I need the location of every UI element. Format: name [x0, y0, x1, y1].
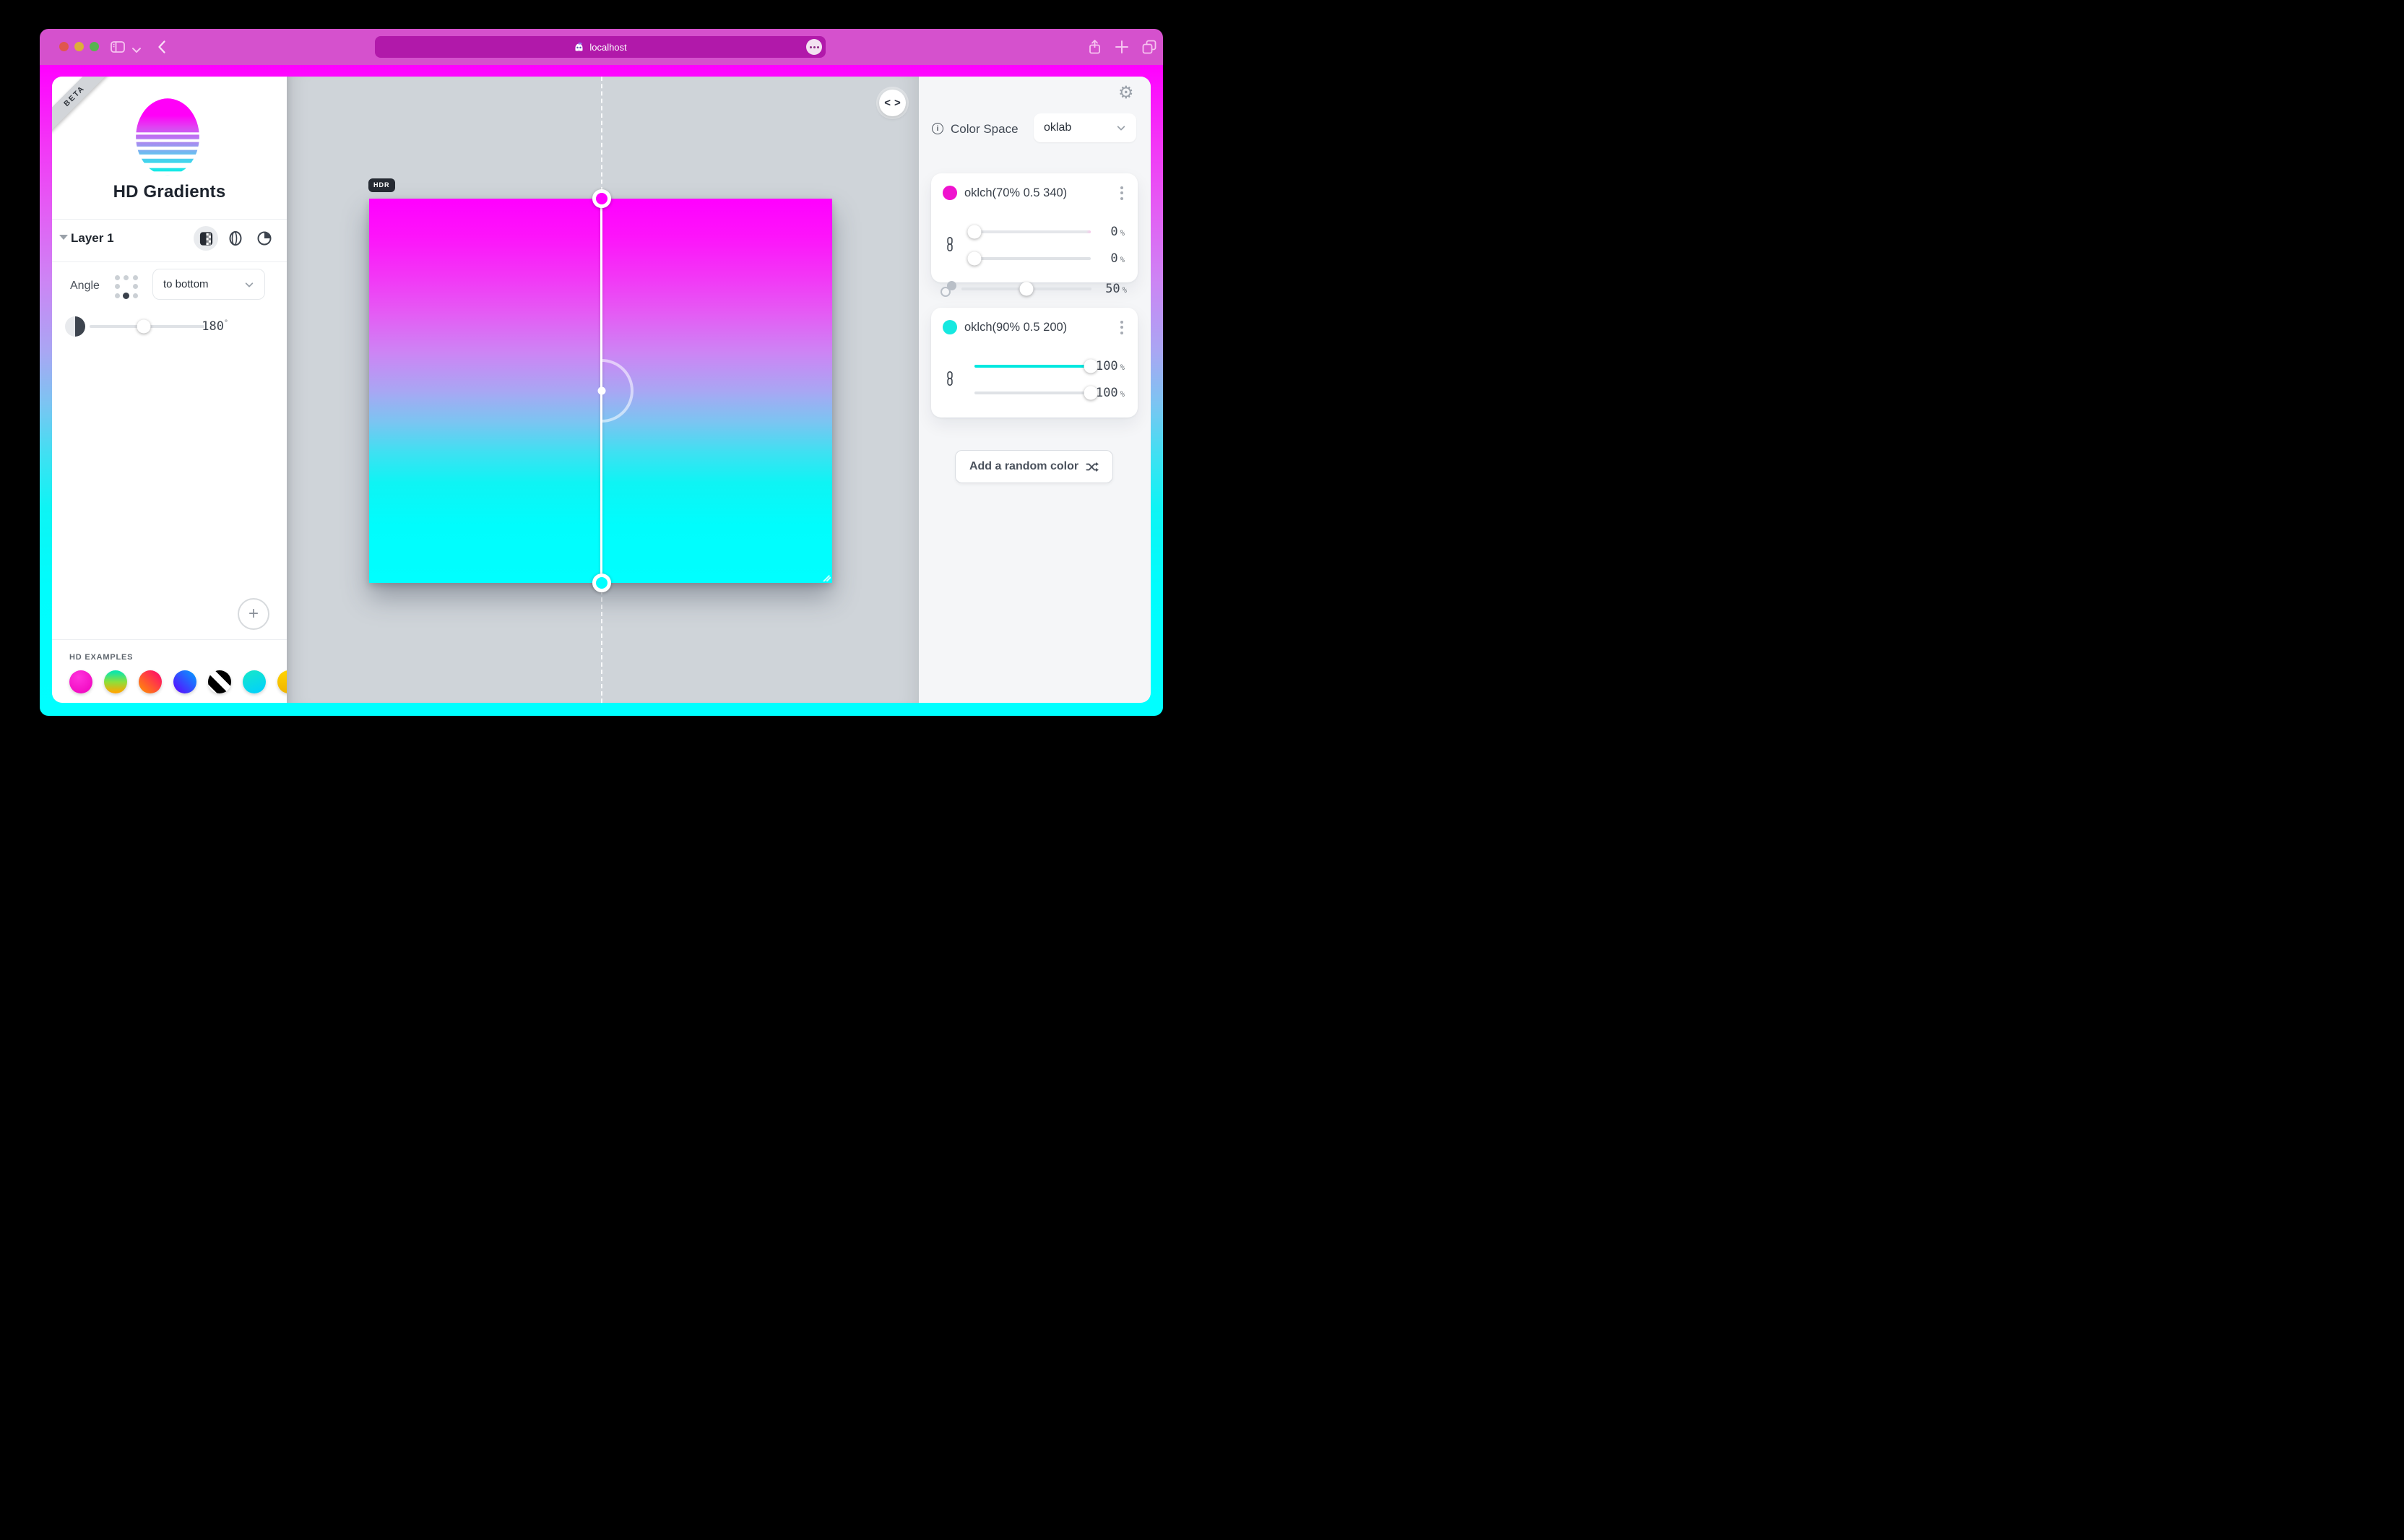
linear-gradient-type-button[interactable]	[194, 226, 218, 251]
add-layer-button[interactable]: +	[238, 598, 269, 630]
back-icon[interactable]	[154, 38, 171, 56]
divider	[52, 261, 287, 262]
stop-color-label: oklch(70% 0.5 340)	[964, 186, 1067, 200]
conic-gradient-type-button[interactable]	[252, 226, 277, 251]
close-window-button[interactable]	[59, 42, 69, 51]
angle-slider[interactable]	[90, 325, 204, 328]
angle-arc	[602, 359, 635, 423]
browser-toolbar: localhost	[40, 29, 1163, 65]
minimize-window-button[interactable]	[74, 42, 84, 51]
example-swatch[interactable]	[104, 670, 127, 693]
add-random-color-button[interactable]: Add a random color	[955, 450, 1113, 483]
code-icon: <	[884, 97, 891, 109]
stop-value: 100%	[1073, 386, 1125, 400]
conic-gradient-icon	[256, 230, 272, 246]
show-code-button[interactable]: < >	[879, 90, 906, 116]
direction-grid[interactable]	[113, 273, 140, 300]
layer-name: Layer 1	[71, 231, 114, 246]
color-space-select[interactable]: oklab	[1034, 113, 1136, 142]
desktop: localhost BETA	[0, 0, 1202, 770]
gradient-stop-handle-end[interactable]	[592, 574, 611, 592]
midpoint-slider[interactable]	[961, 287, 1091, 290]
color-stop-card: oklch(70% 0.5 340) 0%	[931, 173, 1138, 282]
example-swatch[interactable]	[173, 670, 196, 693]
angle-value: 180°	[194, 319, 228, 334]
stop-color-label: oklch(90% 0.5 200)	[964, 321, 1067, 334]
chevron-down-icon	[244, 280, 254, 290]
link-values-icon[interactable]	[943, 371, 957, 386]
color-stop-card: oklch(90% 0.5 200) 100%	[931, 308, 1138, 418]
info-icon[interactable]: i	[932, 123, 943, 134]
app-title: HD Gradients	[52, 182, 287, 202]
slider-thumb[interactable]	[968, 225, 982, 239]
midpoint-icon	[941, 281, 956, 297]
angle-indicator-icon	[65, 316, 85, 337]
share-icon[interactable]	[1086, 38, 1104, 56]
chevron-down-icon	[1116, 123, 1126, 133]
stop-color-swatch[interactable]	[943, 186, 957, 200]
add-random-color-label: Add a random color	[969, 460, 1078, 473]
gradient-axis-guide	[601, 583, 602, 703]
angle-label: Angle	[70, 280, 100, 293]
hd-examples-label: HD EXAMPLES	[69, 653, 133, 662]
stop-color-swatch[interactable]	[943, 320, 957, 334]
stop-value: 0%	[1073, 251, 1125, 266]
color-space-value: oklab	[1044, 121, 1071, 134]
site-favicon	[574, 42, 584, 53]
midpoint-value: 50%	[1075, 282, 1127, 296]
angle-slider-thumb[interactable]	[137, 320, 150, 334]
gradient-stop-handle-start[interactable]	[592, 189, 611, 208]
app-content: BETA	[52, 77, 1151, 703]
shuffle-icon	[1085, 460, 1099, 474]
web-page: BETA	[40, 65, 1163, 716]
midpoint-slider-thumb[interactable]	[1020, 282, 1034, 296]
gradient-axis-guide	[601, 77, 602, 199]
radial-gradient-icon	[228, 230, 243, 246]
example-swatch[interactable]	[277, 670, 287, 693]
browser-window: localhost BETA	[40, 29, 1163, 716]
radial-gradient-type-button[interactable]	[223, 226, 248, 251]
divider	[52, 219, 287, 220]
gradient-center-handle[interactable]	[598, 387, 606, 395]
direction-select[interactable]: to bottom	[152, 269, 265, 300]
stop-menu-icon[interactable]	[1115, 318, 1129, 337]
divider	[52, 639, 287, 640]
stop-menu-icon[interactable]	[1115, 183, 1129, 202]
color-panel: ⚙ i Color Space oklab oklch(70% 0.5 340	[919, 77, 1151, 703]
tab-overview-icon[interactable]	[1141, 38, 1158, 56]
page-menu-icon[interactable]	[806, 39, 822, 55]
example-swatch[interactable]	[208, 670, 231, 693]
app-logo	[134, 96, 202, 176]
slider-thumb[interactable]	[968, 252, 982, 266]
sidebar: BETA	[52, 77, 287, 703]
example-swatch[interactable]	[243, 670, 266, 693]
code-icon: >	[894, 97, 901, 109]
stop-value: 0%	[1073, 225, 1125, 239]
collapse-caret-icon[interactable]	[59, 235, 68, 240]
address-bar[interactable]: localhost	[375, 36, 826, 58]
linear-gradient-icon	[199, 231, 214, 246]
example-swatch[interactable]	[69, 670, 92, 693]
stop-value: 100%	[1073, 359, 1125, 373]
color-space-label: Color Space	[951, 122, 1019, 137]
direction-bottom-dot[interactable]	[123, 293, 129, 299]
chevron-down-icon[interactable]	[131, 41, 142, 59]
new-tab-icon[interactable]	[1113, 38, 1130, 56]
plus-icon: +	[248, 604, 259, 624]
beta-ribbon: BETA	[52, 77, 113, 135]
link-values-icon[interactable]	[943, 236, 957, 252]
direction-value: to bottom	[163, 278, 209, 290]
hdr-badge: HDR	[368, 178, 395, 192]
zoom-window-button[interactable]	[90, 42, 99, 51]
example-swatch[interactable]	[139, 670, 162, 693]
gear-icon[interactable]: ⚙	[1118, 84, 1134, 101]
resize-handle[interactable]	[821, 571, 831, 581]
sidebar-toggle-icon[interactable]	[109, 38, 126, 56]
url-text: localhost	[589, 42, 626, 53]
canvas-area: HDR < >	[287, 77, 919, 703]
